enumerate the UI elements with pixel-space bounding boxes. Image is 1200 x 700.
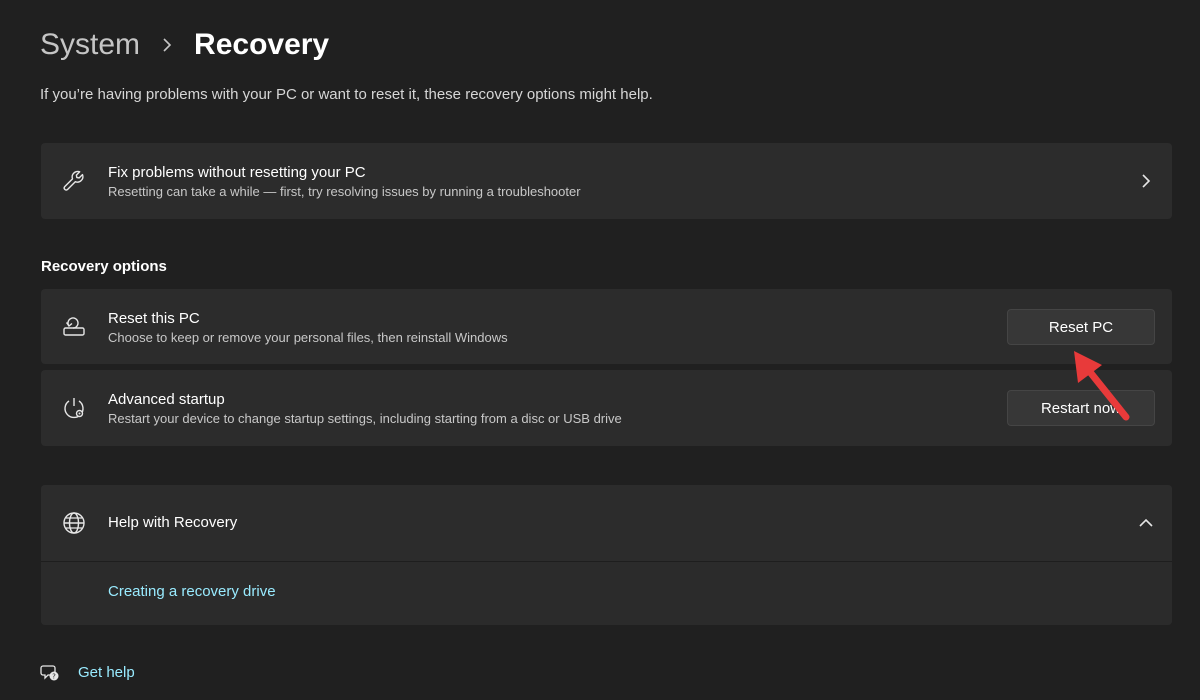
breadcrumb-system[interactable]: System xyxy=(40,24,140,66)
advanced-startup-subtitle: Restart your device to change startup se… xyxy=(108,411,622,426)
get-help-icon: ? xyxy=(40,662,60,682)
page-description: If you’re having problems with your PC o… xyxy=(40,86,653,103)
wrench-icon xyxy=(61,168,87,194)
reset-pc-button[interactable]: Reset PC xyxy=(1007,309,1155,345)
recovery-options-heading: Recovery options xyxy=(41,258,167,275)
globe-icon xyxy=(61,510,87,536)
help-with-recovery-header[interactable]: Help with Recovery xyxy=(41,485,1172,561)
svg-text:?: ? xyxy=(52,673,56,681)
reset-pc-subtitle: Choose to keep or remove your personal f… xyxy=(108,330,508,345)
restart-now-button[interactable]: Restart now xyxy=(1007,390,1155,426)
help-with-recovery-title: Help with Recovery xyxy=(108,514,238,531)
fix-problems-card[interactable]: Fix problems without resetting your PC R… xyxy=(41,143,1172,219)
help-with-recovery-card: Help with Recovery Creating a recovery d… xyxy=(41,485,1172,625)
creating-recovery-drive-link[interactable]: Creating a recovery drive xyxy=(108,583,276,600)
reset-pc-title: Reset this PC xyxy=(108,310,200,327)
recovery-settings-page: System Recovery If you’re having problem… xyxy=(0,0,1200,700)
reset-pc-icon xyxy=(61,313,87,339)
fix-problems-title: Fix problems without resetting your PC xyxy=(108,164,366,181)
get-help[interactable]: ? Get help xyxy=(40,662,135,682)
advanced-startup-icon xyxy=(61,395,87,421)
chevron-up-icon[interactable] xyxy=(1138,515,1154,531)
breadcrumb: System Recovery xyxy=(40,24,329,66)
get-help-link[interactable]: Get help xyxy=(78,664,135,681)
chevron-right-icon xyxy=(158,36,176,54)
fix-problems-subtitle: Resetting can take a while — first, try … xyxy=(108,184,581,199)
reset-pc-card: Reset this PC Choose to keep or remove y… xyxy=(41,289,1172,364)
advanced-startup-title: Advanced startup xyxy=(108,391,225,408)
advanced-startup-card: Advanced startup Restart your device to … xyxy=(41,370,1172,446)
chevron-right-icon xyxy=(1138,173,1154,189)
page-title: Recovery xyxy=(194,28,330,61)
